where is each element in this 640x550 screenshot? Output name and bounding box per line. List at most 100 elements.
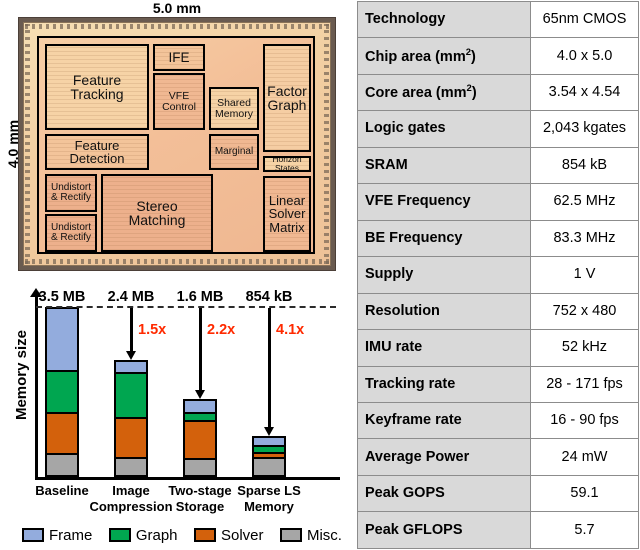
spec-table-row: BE Frequency 83.3 MHz <box>357 219 639 258</box>
legend-swatch <box>279 528 302 542</box>
spec-value-cell: 24 mW <box>530 438 639 476</box>
x-axis-category-label: Sparse LS <box>237 483 301 498</box>
spec-key-cell: Resolution <box>357 292 531 331</box>
bar-segment-graph <box>116 372 146 417</box>
die-block-shared-memory: Shared Memory <box>209 87 259 130</box>
die-block-label: Feature Tracking <box>70 71 124 102</box>
die-block-label: Undistort & Rectify <box>50 181 91 203</box>
pad-col-right <box>324 24 329 264</box>
die-block-feature-detection: Feature Detection <box>45 134 149 170</box>
bar-segment-graph <box>185 412 215 420</box>
legend-label: Solver <box>220 526 264 544</box>
die-block-vfe-control: VFE Control <box>153 73 205 130</box>
spec-table-row: Supply 1 V <box>357 256 639 294</box>
spec-key-cell: Core area (mm2) <box>357 73 531 112</box>
die-width-label: 5.0 mm <box>152 0 202 16</box>
die-block-label: Horizon States <box>272 156 302 172</box>
spec-table-row: Technology 65nm CMOS <box>357 0 639 39</box>
die-block-undistort-rectify-2: Undistort & Rectify <box>45 214 97 252</box>
spec-value-cell: 5.7 <box>530 511 639 549</box>
spec-table-row: Peak GOPS 59.1 <box>357 474 639 513</box>
figure-root: 5.0 mm 4.0 mm Feature Tracking IFE VFE Con… <box>0 0 640 550</box>
spec-value-cell: 59.1 <box>530 474 639 513</box>
spec-value-cell: 1 V <box>530 256 639 294</box>
spec-value-cell: 854 kB <box>530 146 639 185</box>
reduction-arrow-line <box>267 308 271 427</box>
spec-value-cell: 62.5 MHz <box>530 183 639 221</box>
bar-segment-graph <box>47 369 77 413</box>
bar-segment-frame <box>254 437 284 445</box>
chip-specification-table: Technology 65nm CMOS Chip area (mm2) 4.0 x … <box>357 0 639 549</box>
spec-value-cell: 2,043 kgates <box>530 110 639 148</box>
spec-value-cell: 3.54 x 4.54 <box>530 73 639 112</box>
bar-total-label: 1.6 MB <box>176 289 224 305</box>
baseline-reference-dashed-line <box>36 306 336 308</box>
die-block-undistort-rectify-1: Undistort & Rectify <box>45 174 97 212</box>
spec-value-cell: 28 - 171 fps <box>530 365 639 403</box>
legend-swatch <box>108 528 131 542</box>
die-block-label: Factor Graph <box>267 82 307 113</box>
spec-value-cell: 16 - 90 fps <box>530 401 639 440</box>
die-block-label: IFE <box>168 49 190 65</box>
spec-value-cell: 752 x 480 <box>530 292 639 331</box>
die-block-label: Shared Memory <box>215 96 253 120</box>
die-block-label: Feature Detection <box>69 137 125 166</box>
die-block-factor-graph: Factor Graph <box>263 44 311 152</box>
reduction-factor-label: 2.2x <box>207 322 236 338</box>
bar-segment-misc <box>254 456 284 475</box>
spec-key-cell: Supply <box>357 256 531 294</box>
spec-key-cell: Peak GOPS <box>357 474 531 513</box>
bar-segment-solver <box>116 416 146 458</box>
spec-table-row: IMU rate 52 kHz <box>357 329 639 367</box>
legend-label: Graph <box>135 526 178 544</box>
die-block-feature-tracking: Feature Tracking <box>45 44 149 130</box>
legend-item-solver: Solver <box>193 526 264 544</box>
reduction-factor-label: 1.5x <box>138 322 167 338</box>
spec-key-cell: IMU rate <box>357 329 531 367</box>
bar-segment-graph <box>254 444 284 452</box>
spec-key-cell: VFE Frequency <box>357 183 531 221</box>
pad-row-bottom <box>25 259 329 264</box>
die-block-marginal: Marginal <box>209 134 259 170</box>
die-block-label: Undistort & Rectify <box>50 221 91 243</box>
spec-table-body: Technology 65nm CMOS Chip area (mm2) 4.0 x … <box>357 0 639 549</box>
reduction-arrow-head-icon <box>125 351 136 361</box>
spec-key-cell: SRAM <box>357 146 531 185</box>
legend-label: Misc. <box>306 526 342 544</box>
bar-total-label: 854 kB <box>245 289 293 305</box>
bar-segment-frame <box>47 309 77 370</box>
bar-segment-misc <box>116 457 146 475</box>
die-micrograph: Feature Tracking IFE VFE Control Shared Mem… <box>18 17 336 271</box>
spec-key-cell: Chip area (mm2) <box>357 37 531 75</box>
die-block-label: VFE Control <box>162 89 196 113</box>
chart-y-axis <box>35 296 38 478</box>
die-pad-ring: Feature Tracking IFE VFE Control Shared Mem… <box>23 22 331 266</box>
bar-segment-misc <box>47 452 77 475</box>
bar-segment-frame <box>185 401 215 413</box>
spec-table-row: Core area (mm2) 3.54 x 4.54 <box>357 73 639 112</box>
bar-segment-frame <box>116 362 146 373</box>
spec-table-row: Resolution 752 x 480 <box>357 292 639 331</box>
bar-segment-solver <box>47 412 77 453</box>
spec-table-row: Average Power 24 mW <box>357 438 639 476</box>
legend-item-graph: Graph <box>108 526 178 544</box>
die-block-stereo-matching: Stereo Matching <box>101 174 213 252</box>
bar-segment-solver <box>185 419 215 458</box>
legend-label: Frame <box>49 526 93 544</box>
die-block-label: Linear Solver Matrix <box>268 193 306 235</box>
left-column: 5.0 mm 4.0 mm Feature Tracking IFE VFE Con… <box>0 0 352 550</box>
die-block-horizon-states: Horizon States <box>263 156 311 172</box>
spec-table-row: Tracking rate 28 - 171 fps <box>357 365 639 403</box>
legend-item-frame: Frame <box>22 527 92 544</box>
spec-table-row: Peak GFLOPS 5.7 <box>357 511 639 549</box>
spec-value-cell: 4.0 x 5.0 <box>530 37 639 75</box>
spec-key-cell: BE Frequency <box>357 219 531 258</box>
spec-key-cell: Average Power <box>357 438 531 476</box>
x-axis-category-label: Memory <box>244 499 294 514</box>
bar-two-stage-storage <box>183 399 217 477</box>
spec-key-cell: Tracking rate <box>357 365 531 403</box>
spec-key-cell: Logic gates <box>357 110 531 148</box>
spec-table-row: Chip area (mm2) 4.0 x 5.0 <box>357 37 639 75</box>
spec-key-cell: Technology <box>357 0 531 39</box>
bar-image-compression <box>114 360 148 477</box>
